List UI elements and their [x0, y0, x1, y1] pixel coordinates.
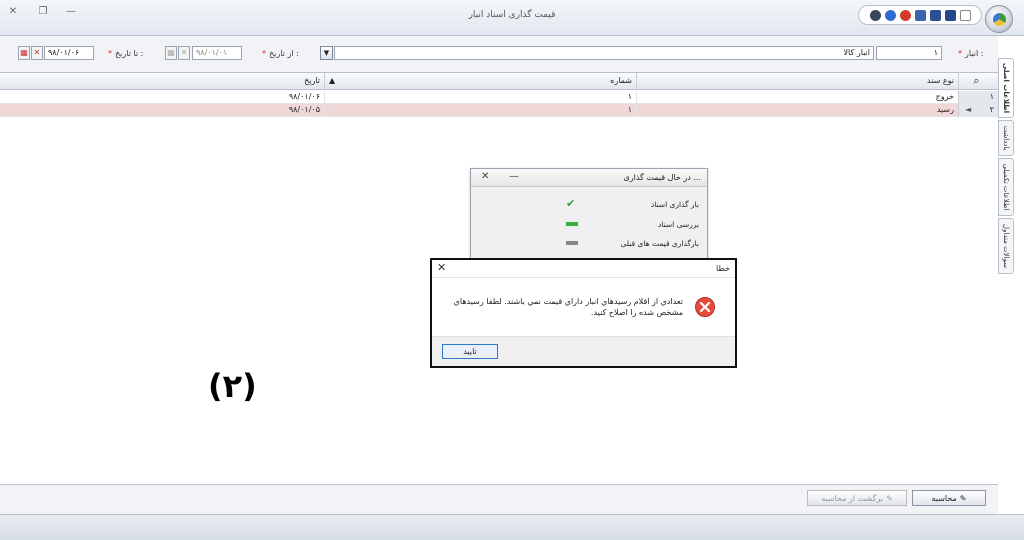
progress-dialog-title: در حال قیمت گذاری ...: [623, 173, 702, 182]
progress-step: بار گذاری اسناد: [650, 200, 699, 209]
save-all-icon[interactable]: [929, 9, 941, 21]
cell-date: ۹۸/۰۱/۰۵: [288, 105, 320, 114]
cell-date: ۹۸/۰۱/۰۶: [288, 92, 320, 101]
title-bar: ✕ ❐ — قیمت گذاری اسناد انبار: [0, 0, 1024, 36]
annotation-label: (۲): [208, 367, 257, 405]
pending-step-icon: [566, 241, 578, 245]
to-date-input[interactable]: ۹۸/۰۱/۰۶: [44, 46, 94, 60]
progress-step: بارگذاری قیمت های قبلی: [620, 239, 699, 248]
to-date-label: * تا تاریخ :: [108, 49, 144, 58]
error-dialog-title: خطا: [716, 264, 730, 273]
filter-bar: * انبار : ۱ انبار کالا ▼ * از تاریخ : ۹۸/۰…: [0, 36, 998, 72]
warehouse-label: * انبار :: [958, 49, 984, 58]
error-dialog: ✕ خطا تعدادي از اقلام رسيدهاي انبار دارا…: [430, 258, 737, 368]
calculate-button[interactable]: محاسبه ✎: [912, 490, 986, 506]
row-number: ◄ ۲: [958, 104, 998, 117]
calculate-icon: ✎: [959, 493, 967, 503]
stop-icon[interactable]: [899, 9, 911, 21]
quick-access-toolbar: [858, 5, 982, 25]
warehouse-dropdown-button[interactable]: ▼: [320, 46, 333, 60]
cell-type: خروج: [636, 91, 958, 104]
table-row-selected[interactable]: ◄ ۲ رسید ۱ ۹۸/۰۱/۰۵: [0, 104, 998, 117]
revert-calculation-button[interactable]: برگشت از محاسبه ✎: [807, 490, 907, 506]
cell-number: ۱: [324, 91, 636, 104]
tab-extra-info[interactable]: اطلاعات تکمیلی: [998, 158, 1014, 216]
column-header-type[interactable]: نوع سند: [636, 73, 958, 90]
column-header-date[interactable]: تاریخ: [0, 73, 324, 90]
progress-step: بررسی اسناد: [657, 220, 699, 229]
check-icon: ✔: [566, 197, 576, 210]
tab-notes[interactable]: یادداشت: [998, 120, 1014, 156]
grid-search-icon[interactable]: ⌕: [958, 73, 998, 90]
status-bar: [0, 514, 1024, 540]
grid-header: ⌕ نوع سند ▲ شماره تاریخ: [0, 73, 998, 90]
save-as-icon[interactable]: [914, 9, 926, 21]
warehouse-code-input[interactable]: ۱: [876, 46, 942, 60]
tab-faq[interactable]: سوالات متداول: [998, 218, 1014, 274]
row-number: ۱: [958, 91, 998, 104]
info-icon[interactable]: [884, 9, 896, 21]
column-header-number[interactable]: ▲ شماره: [324, 73, 636, 90]
cell-type: رسید: [636, 104, 958, 117]
side-tabs: اطلاعات اصلی یادداشت اطلاعات تکمیلی سوال…: [998, 58, 1014, 488]
to-date-calendar-icon[interactable]: ▦: [18, 46, 30, 60]
from-date-input[interactable]: ۹۸/۰۱/۰۱: [192, 46, 242, 60]
cell-number: ۱: [324, 104, 636, 117]
warehouse-name-input[interactable]: انبار کالا: [334, 46, 874, 60]
error-dialog-header: ✕ خطا: [432, 260, 735, 278]
error-close-icon[interactable]: ✕: [437, 261, 446, 274]
new-document-icon[interactable]: [959, 9, 971, 21]
progress-minimize-icon[interactable]: —: [509, 171, 519, 182]
from-date-clear-icon[interactable]: ✕: [178, 46, 190, 60]
error-icon: [695, 297, 715, 317]
to-date-clear-icon[interactable]: ✕: [31, 46, 43, 60]
progress-dialog-header: ✕ — در حال قیمت گذاری ...: [471, 169, 707, 187]
current-row-indicator-icon: ◄: [965, 105, 972, 114]
pricing-progress-dialog: ✕ — در حال قیمت گذاری ... بار گذاری اسنا…: [470, 168, 708, 268]
error-message: تعدادي از اقلام رسيدهاي انبار داراي قيمت…: [453, 297, 683, 317]
bottom-action-bar: محاسبه ✎ برگشت از محاسبه ✎: [0, 484, 998, 514]
table-row[interactable]: ۱ خروج ۱ ۹۸/۰۱/۰۶: [0, 91, 998, 104]
revert-icon: ✎: [886, 493, 893, 503]
from-date-calendar-icon[interactable]: ▦: [165, 46, 177, 60]
sort-ascending-icon: ▲: [329, 76, 336, 85]
from-date-label: * از تاریخ :: [262, 49, 299, 58]
save-icon[interactable]: [944, 9, 956, 21]
app-menu-orb[interactable]: [985, 5, 1013, 33]
active-step-icon: [566, 222, 578, 226]
progress-close-icon[interactable]: ✕: [481, 171, 489, 182]
help-icon[interactable]: [869, 9, 881, 21]
tab-main-info[interactable]: اطلاعات اصلی: [998, 58, 1014, 118]
error-dialog-footer: تایید: [432, 336, 735, 366]
ok-button[interactable]: تایید: [442, 344, 498, 359]
